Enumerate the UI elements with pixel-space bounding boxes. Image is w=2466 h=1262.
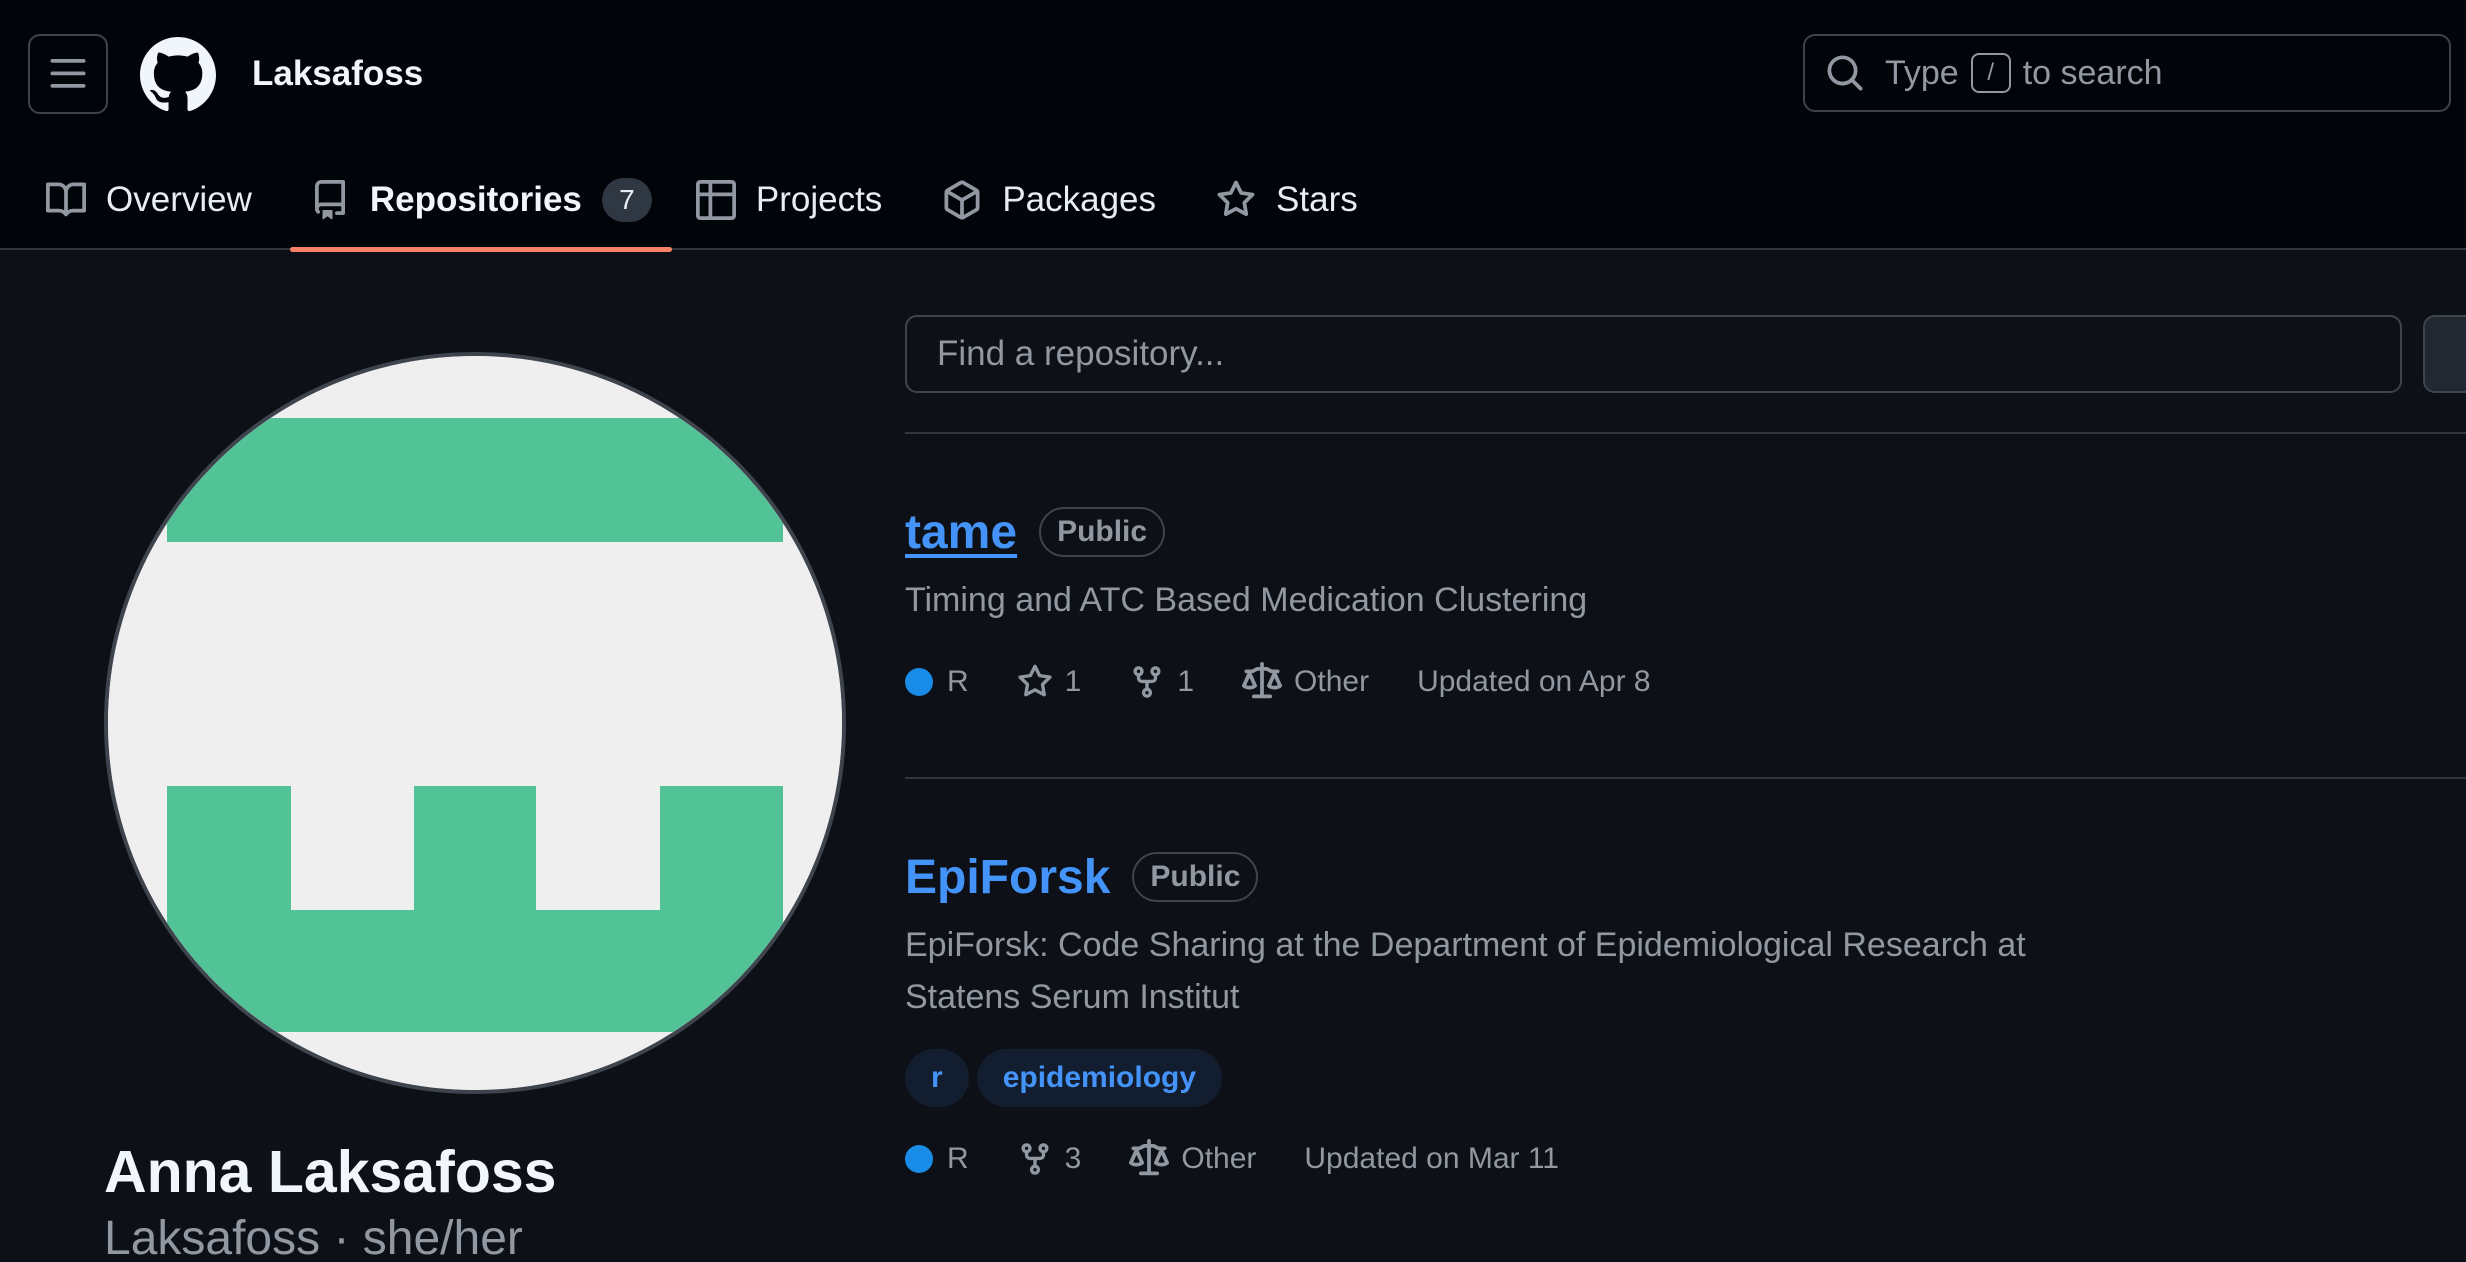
- search-icon: [1825, 53, 1865, 93]
- repo-title-row: tame Public: [905, 502, 2445, 562]
- repo-count-badge: 7: [601, 178, 652, 222]
- tab-label: Packages: [1002, 180, 1157, 219]
- repo-description: EpiForsk: Code Sharing at the Department…: [905, 919, 2135, 1023]
- tab-packages[interactable]: Packages: [922, 150, 1176, 250]
- repo-meta: R 3 Other Updated on Mar 11: [905, 1137, 2445, 1181]
- license-label: Other: [1294, 665, 1370, 698]
- repo-license: Other: [1129, 1139, 1256, 1179]
- law-icon: [1242, 662, 1283, 702]
- fork-count: 1: [1177, 665, 1195, 698]
- table-icon: [695, 180, 736, 220]
- topic-tag[interactable]: epidemiology: [976, 1049, 1223, 1107]
- fork-count: 3: [1064, 1142, 1082, 1175]
- repo-stars[interactable]: 1: [1017, 664, 1082, 700]
- repo-description-line: EpiForsk: Code Sharing at the Department…: [905, 926, 2026, 964]
- visibility-badge: Public: [1039, 507, 1166, 557]
- repo-language: R: [905, 665, 969, 699]
- top-header: Laksafoss Type / to search Overview Repo…: [0, 0, 2466, 252]
- tab-label: Stars: [1276, 180, 1358, 219]
- repo-description-line: Statens Serum Institut: [905, 978, 1240, 1016]
- law-icon: [1129, 1139, 1170, 1179]
- search-prefix-text: Type: [1885, 53, 1959, 92]
- star-icon: [1216, 180, 1256, 220]
- repo-forks[interactable]: 3: [1017, 1141, 1082, 1177]
- repo-icon: [310, 180, 350, 220]
- repo-name-link[interactable]: EpiForsk: [905, 850, 1110, 905]
- global-search[interactable]: Type / to search: [1803, 34, 2451, 112]
- github-logo-icon[interactable]: [140, 37, 216, 113]
- tab-label: Overview: [106, 180, 252, 219]
- repo-updated: Updated on Mar 11: [1304, 1142, 1559, 1175]
- book-icon: [46, 180, 86, 220]
- star-count: 1: [1064, 665, 1082, 698]
- tab-projects[interactable]: Projects: [676, 150, 902, 250]
- language-label: R: [947, 1142, 969, 1175]
- repo-list-item: EpiForsk Public EpiForsk: Code Sharing a…: [905, 847, 2445, 1181]
- tab-stars[interactable]: Stars: [1196, 150, 1378, 250]
- language-color-dot: [905, 1145, 933, 1173]
- tab-label: Repositories: [369, 180, 582, 219]
- hamburger-icon: [48, 54, 88, 94]
- header-username[interactable]: Laksafoss: [252, 50, 423, 98]
- profile-handle: Laksafoss · she/her: [104, 1212, 523, 1262]
- fork-icon: [1017, 1141, 1053, 1177]
- repo-search-input[interactable]: [905, 315, 2402, 393]
- repo-license: Other: [1242, 662, 1369, 702]
- repo-forks[interactable]: 1: [1129, 664, 1194, 700]
- repo-name-link[interactable]: tame: [905, 505, 1017, 560]
- repo-title-row: EpiForsk Public: [905, 847, 2445, 907]
- profile-tabs: Overview Repositories 7 Projects Package…: [0, 150, 1378, 252]
- tab-overview[interactable]: Overview: [0, 150, 272, 250]
- list-divider: [905, 777, 2466, 779]
- repo-meta: R 1 1 Other Updated on Apr 8: [905, 660, 2445, 704]
- menu-button[interactable]: [28, 34, 108, 114]
- profile-avatar[interactable]: [104, 352, 846, 1094]
- tab-repositories[interactable]: Repositories 7: [289, 150, 672, 252]
- search-suffix-text: to search: [2022, 53, 2163, 92]
- profile-full-name: Anna Laksafoss: [104, 1139, 557, 1205]
- topic-tag[interactable]: r: [905, 1049, 969, 1107]
- star-icon: [1017, 664, 1053, 700]
- repo-list-item: tame Public Timing and ATC Based Medicat…: [905, 502, 2445, 704]
- fork-icon: [1129, 664, 1165, 700]
- visibility-badge: Public: [1132, 852, 1259, 902]
- license-label: Other: [1181, 1142, 1257, 1175]
- language-label: R: [947, 665, 969, 698]
- search-shortcut-key: /: [1970, 53, 2011, 93]
- repo-topics: r epidemiology: [905, 1049, 2445, 1107]
- tab-label: Projects: [755, 180, 883, 219]
- package-icon: [942, 180, 982, 220]
- repo-updated: Updated on Apr 8: [1417, 665, 1651, 698]
- type-filter-button[interactable]: [2423, 315, 2466, 393]
- list-divider: [905, 432, 2466, 434]
- language-color-dot: [905, 668, 933, 696]
- repo-language: R: [905, 1142, 969, 1176]
- repo-description: Timing and ATC Based Medication Clusteri…: [905, 581, 1588, 619]
